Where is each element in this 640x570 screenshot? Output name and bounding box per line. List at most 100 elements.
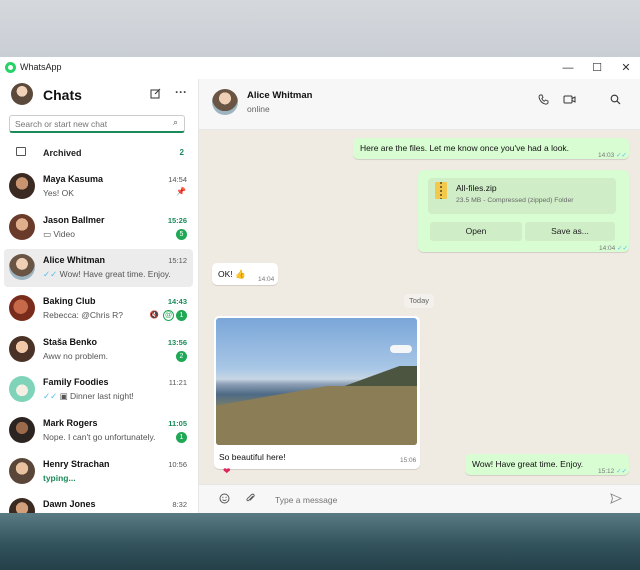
avatar <box>9 376 35 402</box>
message-composer <box>199 484 640 513</box>
chat-name: Alice Whitman <box>43 255 106 265</box>
mention-icon: @ <box>163 310 174 321</box>
chat-preview: typing... <box>43 473 76 483</box>
chat-preview: Nope. I can't go unfortunately. <box>43 432 156 442</box>
chat-row-mark-rogers[interactable]: Mark Rogers Nope. I can't go unfortunate… <box>4 412 193 450</box>
read-ticks-icon: ✓✓ <box>43 391 60 401</box>
video-call-button[interactable] <box>563 94 576 108</box>
chat-time: 11:05 <box>168 419 187 428</box>
title-bar: WhatsApp — ☐ ✕ <box>0 57 640 79</box>
message-bubble-outgoing[interactable]: Here are the files. Let me know once you… <box>353 138 629 159</box>
chat-name: Jason Ballmer <box>43 215 105 225</box>
more-options-button[interactable]: ··· <box>175 85 187 99</box>
read-ticks-icon: ✓✓ <box>617 245 628 252</box>
chat-name: Henry Strachan <box>43 459 110 469</box>
message-bubble-outgoing[interactable]: Wow! Have great time. Enjoy. 15:12 ✓✓ <box>465 454 629 475</box>
voice-call-button[interactable] <box>538 94 549 108</box>
chat-row-baking-club[interactable]: Baking Club Rebecca: @Chris R? 14:43 🔇 @… <box>4 290 193 328</box>
chat-row-henry-strachan[interactable]: Henry Strachan typing... 10:56 <box>4 453 193 491</box>
message-text: Wow! Have great time. Enjoy. <box>472 459 584 469</box>
chat-name: Mark Rogers <box>43 418 98 428</box>
shared-photo[interactable] <box>216 318 417 445</box>
open-file-button[interactable]: Open <box>430 222 522 241</box>
chat-name: Staša Benko <box>43 337 98 347</box>
chat-preview: Rebecca: @Chris R? <box>43 310 123 320</box>
message-time: 14:04 <box>258 276 275 283</box>
phone-icon <box>538 94 549 105</box>
chat-row-dawn-jones[interactable]: Dawn Jones 8:32 <box>4 493 193 513</box>
chat-preview: Aww no problem. <box>43 351 109 361</box>
chats-heading: Chats <box>43 87 82 103</box>
chat-preview: Video <box>53 229 75 239</box>
file-message-bubble: All-files.zip 23.5 MB - Compressed (zipp… <box>418 170 629 252</box>
chat-row-stasa-benko[interactable]: Staša Benko Aww no problem. 13:56 2 <box>4 331 193 369</box>
chat-preview-row: ✓✓ ▣ Dinner last night! <box>43 391 134 402</box>
chat-name: Baking Club <box>43 296 96 306</box>
send-button[interactable] <box>610 493 623 507</box>
send-icon <box>610 493 623 504</box>
conversation-pane: Alice Whitman online Here are the files.… <box>199 79 640 513</box>
avatar <box>9 295 35 321</box>
chat-name: Maya Kasuma <box>43 174 104 184</box>
chat-row-alice-whitman[interactable]: Alice Whitman ✓✓ Wow! Have great time. E… <box>4 249 193 287</box>
message-bubble-incoming[interactable]: OK! 👍 14:04 <box>212 263 278 285</box>
contact-name[interactable]: Alice Whitman <box>247 90 312 101</box>
message-text: Here are the files. Let me know once you… <box>360 143 570 153</box>
chat-time: 13:56 <box>167 338 187 347</box>
chat-row-family-foodies[interactable]: Family Foodies ✓✓ ▣ Dinner last night! 1… <box>4 371 193 409</box>
message-text: OK! 👍 <box>218 269 246 279</box>
day-divider: Today <box>404 294 434 308</box>
avatar <box>9 254 35 280</box>
video-camera-icon <box>563 95 576 104</box>
chat-preview: Dinner last night! <box>70 391 134 401</box>
maximize-button[interactable]: ☐ <box>585 59 609 77</box>
chat-time: 11:21 <box>168 378 187 387</box>
chat-name: Dawn Jones <box>43 499 96 509</box>
desktop-background <box>0 513 640 570</box>
archived-label: Archived <box>43 148 82 158</box>
avatar <box>9 214 35 240</box>
archived-row[interactable]: Archived 2 <box>0 140 198 166</box>
message-time: 15:12 ✓✓ <box>598 468 627 475</box>
chat-time: 15:12 <box>168 256 187 265</box>
attach-button[interactable] <box>245 493 256 507</box>
chat-time: 15:26 <box>167 216 187 225</box>
avatar <box>9 458 35 484</box>
archived-count: 2 <box>179 148 184 157</box>
search-input[interactable] <box>15 117 165 131</box>
video-icon: ▭ <box>43 229 54 239</box>
unread-badge: 5 <box>176 229 187 240</box>
file-name: All-files.zip <box>456 183 497 193</box>
close-button[interactable]: ✕ <box>614 59 638 77</box>
whatsapp-window: WhatsApp — ☐ ✕ Chats ··· ⌕ Archived 2 Ma… <box>0 57 640 513</box>
read-ticks-icon: ✓✓ <box>616 152 627 159</box>
message-input[interactable] <box>275 492 595 507</box>
file-attachment[interactable]: All-files.zip 23.5 MB - Compressed (zipp… <box>428 178 616 214</box>
minimize-button[interactable]: — <box>556 59 580 77</box>
contact-status: online <box>247 104 270 114</box>
search-icon: ⌕ <box>172 117 178 127</box>
image-message-bubble[interactable]: So beautiful here! 15:06 <box>214 316 420 469</box>
chat-name: Family Foodies <box>43 377 109 387</box>
new-chat-button[interactable] <box>150 88 161 102</box>
chat-preview-row: ✓✓ Wow! Have great time. Enjoy. <box>43 269 171 280</box>
message-time: 14:04 ✓✓ <box>599 245 628 252</box>
unread-badge: 2 <box>176 351 187 362</box>
contact-avatar[interactable] <box>212 89 238 115</box>
paperclip-icon <box>246 493 255 502</box>
my-profile-avatar[interactable] <box>11 83 33 105</box>
heart-reaction-icon[interactable]: ❤ <box>223 466 231 477</box>
search-box[interactable]: ⌕ <box>9 115 185 133</box>
avatar <box>9 173 35 199</box>
file-meta: 23.5 MB - Compressed (zipped) Folder <box>456 197 574 204</box>
avatar <box>9 336 35 362</box>
unread-badge: 1 <box>176 310 187 321</box>
chat-row-maya-kasuma[interactable]: Maya Kasuma Yes! OK 14:54 📌 <box>4 168 193 206</box>
save-as-button[interactable]: Save as... <box>525 222 615 241</box>
archive-icon <box>16 147 26 156</box>
search-chat-button[interactable] <box>610 94 621 108</box>
compose-icon <box>150 88 161 99</box>
emoji-button[interactable] <box>219 493 230 507</box>
chat-row-jason-ballmer[interactable]: Jason Ballmer ▭ Video 15:26 5 <box>4 209 193 247</box>
pin-icon: 📌 <box>176 187 186 196</box>
